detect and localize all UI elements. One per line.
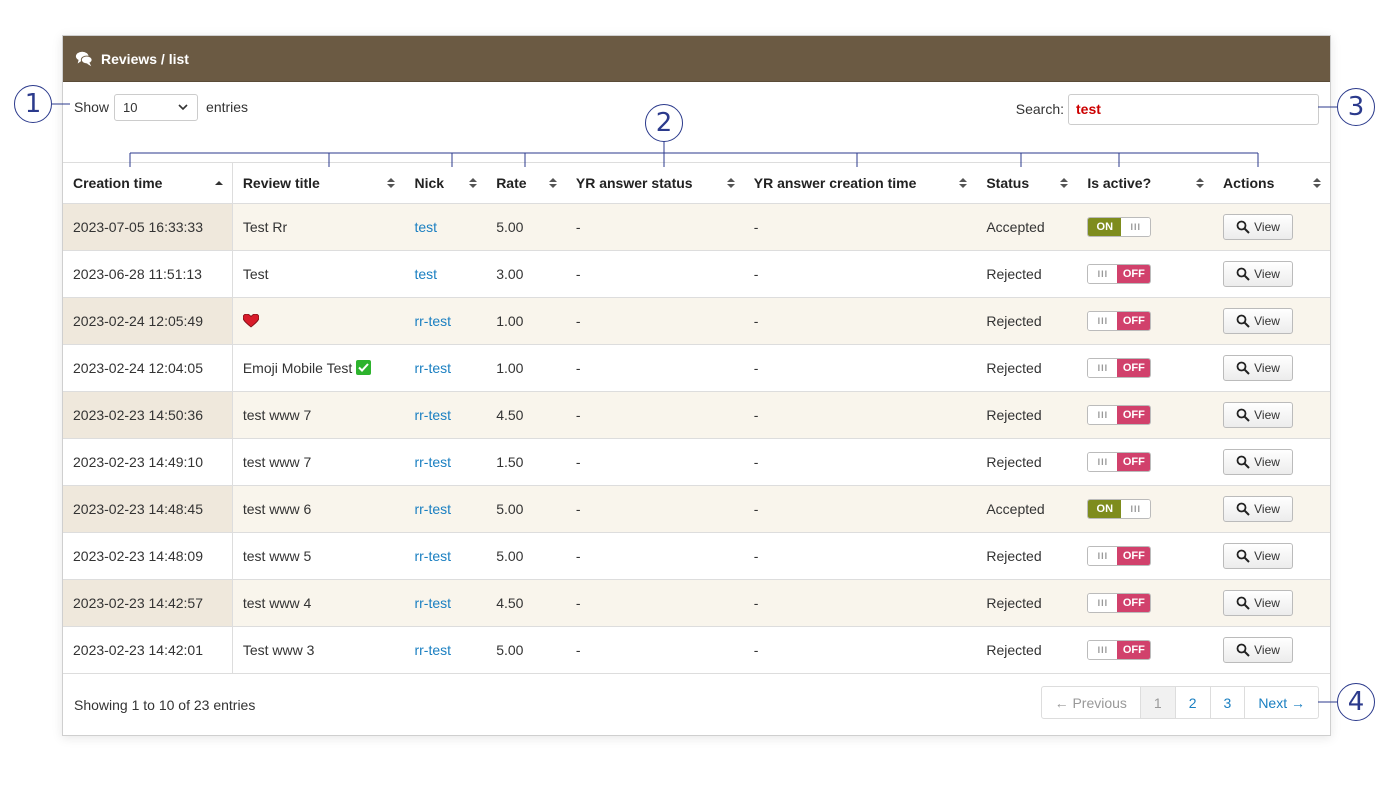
callout-lines xyxy=(52,103,1337,703)
callout-3: 3 xyxy=(1337,88,1375,126)
callout-4: 4 xyxy=(1337,683,1375,721)
callout-2: 2 xyxy=(645,104,683,142)
column-bracket-ticks xyxy=(129,153,1259,167)
callout-1: 1 xyxy=(14,85,52,123)
